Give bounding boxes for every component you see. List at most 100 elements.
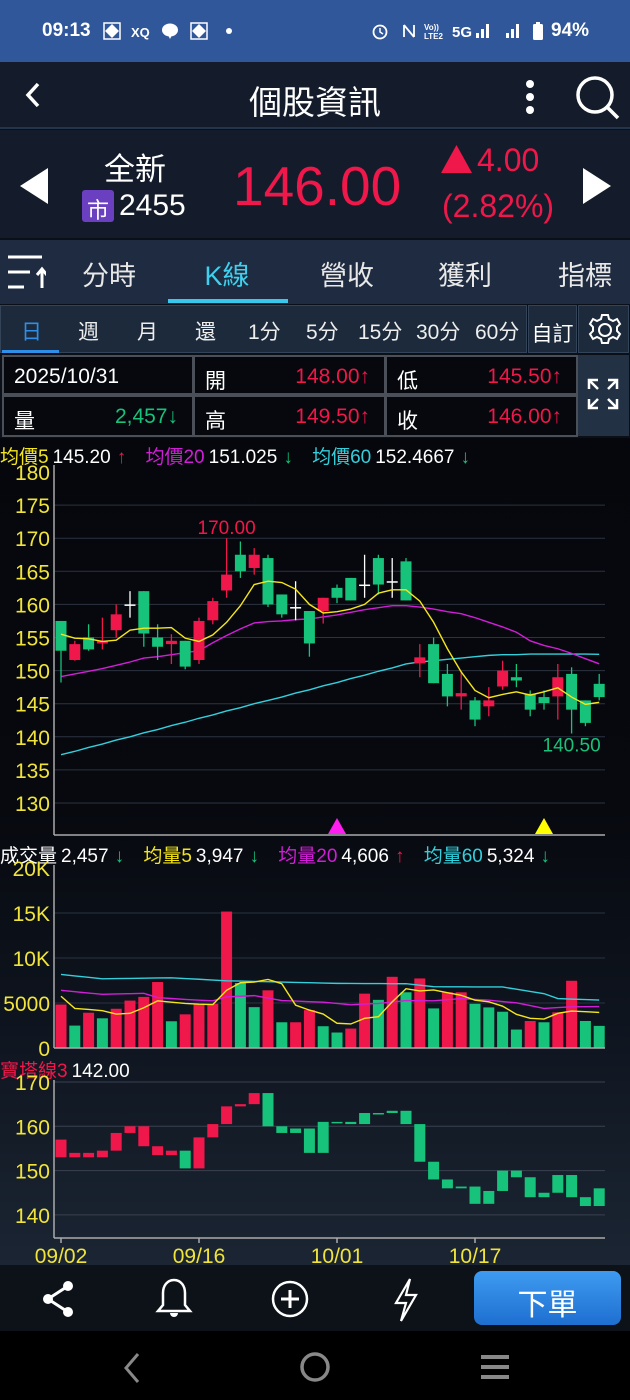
- search-icon[interactable]: [574, 74, 622, 122]
- info-open-cell: 開 148.00↑: [193, 355, 386, 395]
- volume-bar: [55, 1004, 67, 1048]
- price-tick-label: 170: [15, 528, 50, 551]
- last-price: 146.00: [233, 155, 402, 217]
- stock-code: 2455: [119, 189, 186, 222]
- volume-ma60-line: [60, 973, 600, 1001]
- signal-triangle-icon: [535, 818, 553, 834]
- tower-bar: [234, 1104, 246, 1107]
- info-date-cell: 2025/10/31: [2, 355, 194, 395]
- period-week[interactable]: 週: [78, 316, 99, 346]
- tab-kline[interactable]: K線: [168, 254, 286, 293]
- volume-label: 量: [14, 410, 35, 433]
- xq-icon: XQ: [131, 25, 150, 40]
- tower-bar: [276, 1126, 288, 1133]
- tower-bar: [552, 1175, 564, 1193]
- tab-bar: 分時 K線 營收 獲利 指標: [0, 240, 630, 304]
- tower-bar: [524, 1177, 536, 1198]
- candle-body: [372, 558, 384, 585]
- more-options-icon[interactable]: [520, 79, 540, 115]
- gear-icon: [588, 314, 622, 344]
- volume-bar: [317, 1026, 329, 1048]
- period-day[interactable]: 日: [21, 316, 42, 346]
- tower-tick-label: 170: [15, 1072, 50, 1095]
- period-adjusted[interactable]: 還: [195, 316, 216, 346]
- volume-bar: [552, 1012, 564, 1048]
- nav-home-icon[interactable]: [298, 1350, 332, 1384]
- period-month[interactable]: 月: [137, 316, 158, 346]
- more-notifications-dot-icon: [226, 28, 232, 34]
- price-tick-label: 160: [15, 594, 50, 617]
- tower-bar: [538, 1192, 550, 1198]
- candle-body: [441, 673, 453, 697]
- tower-bar: [207, 1124, 219, 1138]
- tower-bar: [345, 1121, 357, 1125]
- volume-bar: [152, 982, 164, 1048]
- tower-bar: [497, 1170, 509, 1191]
- tower-bar: [566, 1175, 578, 1198]
- place-order-button[interactable]: 下單: [474, 1271, 621, 1325]
- candle-body: [331, 587, 343, 598]
- volume-tick-label: 0: [38, 1038, 50, 1061]
- volume-bar: [359, 993, 371, 1048]
- price-annotation: 140.50: [543, 735, 601, 756]
- volume-bar: [138, 996, 150, 1048]
- tower-bar: [55, 1139, 67, 1158]
- signal-icon: [476, 24, 489, 38]
- volume-bar: [538, 1022, 550, 1048]
- price-change: 4.00: [477, 142, 540, 178]
- volume-bar: [483, 1007, 495, 1048]
- candle-body: [110, 614, 122, 631]
- period-1min[interactable]: 1分: [248, 316, 281, 346]
- candle-body: [69, 644, 81, 661]
- tab-indicators[interactable]: 指標: [526, 254, 630, 293]
- tower-bar: [290, 1128, 302, 1133]
- period-60min[interactable]: 60分: [475, 316, 519, 346]
- candle-body: [276, 594, 288, 615]
- settings-button[interactable]: [578, 305, 629, 353]
- candle-body: [510, 677, 522, 681]
- volume-bar: [248, 1007, 260, 1048]
- tower-bar: [428, 1161, 440, 1180]
- price-tick-label: 155: [15, 628, 50, 651]
- price-tick-label: 145: [15, 694, 50, 717]
- nav-back-icon[interactable]: [120, 1351, 144, 1385]
- period-15min[interactable]: 15分: [358, 316, 402, 346]
- fullscreen-button[interactable]: [578, 355, 629, 436]
- tower-bar: [579, 1197, 591, 1207]
- volume-bar: [83, 1012, 95, 1048]
- charts-svg[interactable]: 130 135 140 145 150 155 160 165 170 175 180 170.00 1…: [0, 465, 630, 1265]
- candle-body: [138, 591, 150, 634]
- volume-bar: [234, 983, 246, 1048]
- period-30min[interactable]: 30分: [416, 316, 460, 346]
- volume-tick-label: 5000: [3, 993, 50, 1016]
- app-header: 個股資訊: [0, 62, 630, 129]
- signal-triangle-icon: [328, 818, 346, 834]
- candle-body: [345, 577, 357, 601]
- price-change-percent: (2.82%): [442, 188, 555, 224]
- volume-bar: [290, 1022, 302, 1048]
- previous-stock-icon[interactable]: [18, 166, 50, 206]
- tab-profit[interactable]: 獲利: [406, 254, 524, 293]
- nav-recents-icon[interactable]: [480, 1353, 510, 1381]
- tower-bar: [510, 1170, 522, 1178]
- info-volume-cell: 量 2,457↓: [2, 395, 194, 437]
- period-custom-button[interactable]: 自訂: [528, 305, 577, 353]
- next-stock-icon[interactable]: [581, 166, 613, 206]
- period-selector: 日 週 月 還 1分 5分 15分 30分 60分: [0, 305, 527, 353]
- alert-bell-icon[interactable]: [154, 1277, 194, 1321]
- tower-bar: [138, 1126, 150, 1147]
- tab-revenue[interactable]: 營收: [288, 254, 406, 293]
- volume-bar: [193, 1003, 205, 1048]
- price-tick-label: 175: [15, 495, 50, 518]
- ma60-line: [60, 653, 600, 756]
- add-watchlist-icon[interactable]: [270, 1279, 310, 1319]
- candle-body: [524, 693, 536, 710]
- share-icon[interactable]: [40, 1279, 76, 1319]
- tab-intraday[interactable]: 分時: [50, 254, 168, 293]
- close-value: 146.00↑: [487, 405, 562, 428]
- tower-bar: [110, 1132, 122, 1151]
- lightning-icon[interactable]: [392, 1277, 420, 1323]
- tower-bar: [262, 1093, 274, 1127]
- period-5min[interactable]: 5分: [306, 316, 339, 346]
- tab-sort-menu-icon[interactable]: [6, 254, 46, 290]
